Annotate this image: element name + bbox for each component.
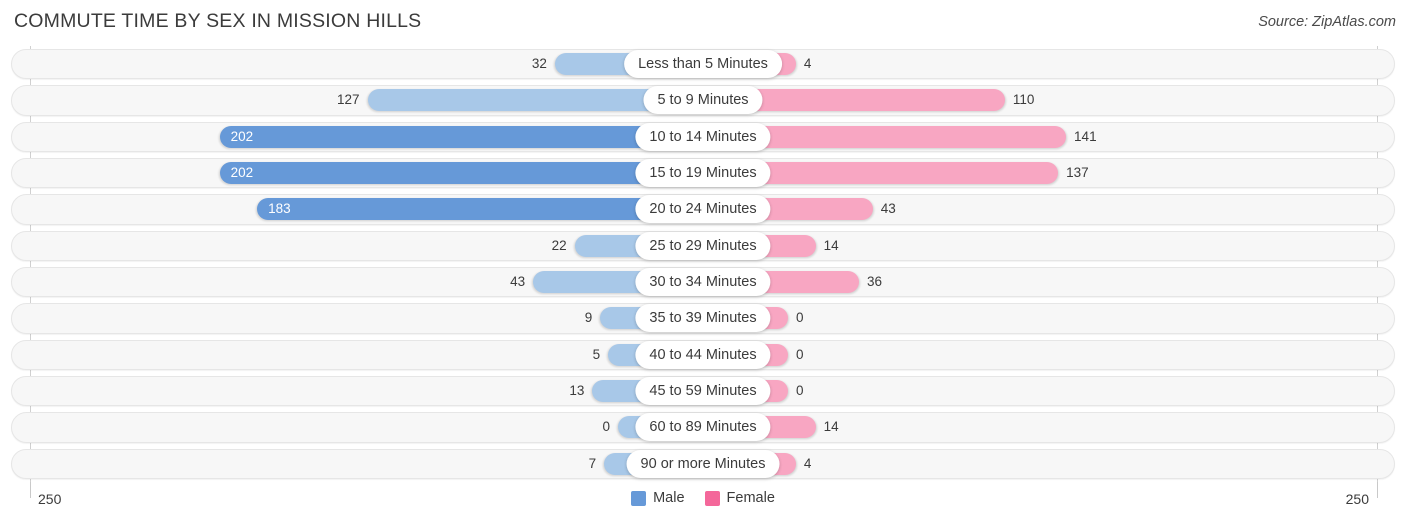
chart-row: 202 137 15 to 19 Minutes (0, 155, 1406, 191)
chart-row: 183 43 20 to 24 Minutes (0, 191, 1406, 227)
value-label-male: 202 (230, 164, 254, 180)
legend-item[interactable]: Male (631, 490, 685, 506)
value-label-male: 183 (268, 201, 291, 217)
chart-plot-area: 32 4 Less than 5 Minutes 127 110 5 to 9 Minut… (0, 46, 1406, 482)
legend-label: Female (726, 490, 775, 506)
category-label-pill: 25 to 29 Minutes (635, 231, 771, 260)
chart-row: 22 14 25 to 29 Minutes (0, 228, 1406, 264)
chart-row: 32 4 Less than 5 Minutes (0, 46, 1406, 82)
chart-row: 0 14 60 to 89 Minutes (0, 409, 1406, 445)
value-label-female: 36 (866, 273, 883, 289)
value-label-female: 0 (796, 346, 804, 362)
value-label-female: 137 (1066, 164, 1089, 180)
value-label-male: 0 (602, 419, 610, 435)
chart-row: 43 36 30 to 34 Minutes (0, 264, 1406, 300)
value-label-female: 0 (796, 310, 804, 326)
category-label-pill: 30 to 34 Minutes (635, 267, 771, 296)
page-title: COMMUTE TIME BY SEX IN MISSION HILLS (14, 10, 422, 32)
legend-swatch-icon (631, 490, 647, 506)
category-label-pill: 20 to 24 Minutes (635, 195, 771, 224)
value-label-male: 5 (592, 346, 601, 362)
bar-male (219, 161, 703, 184)
chart-legend: Male Female (0, 490, 1406, 506)
value-label-male: 202 (230, 128, 254, 144)
chart-row: 127 110 5 to 9 Minutes (0, 82, 1406, 118)
bar-rows-container: 32 4 Less than 5 Minutes 127 110 5 to 9 Minut… (0, 46, 1406, 482)
category-label-pill: 45 to 59 Minutes (635, 376, 771, 405)
chart-row: 202 141 10 to 14 Minutes (0, 119, 1406, 155)
value-label-male: 7 (588, 455, 597, 471)
value-label-female: 141 (1074, 128, 1097, 144)
value-label-female: 14 (823, 419, 839, 435)
chart-row: 7 4 90 or more Minutes (0, 446, 1406, 482)
source-attribution: Source: ZipAtlas.com (1258, 14, 1396, 30)
chart-footer: 250 250 Male Female (0, 482, 1406, 523)
chart-row: 5 0 40 to 44 Minutes (0, 337, 1406, 373)
value-label-male: 13 (569, 382, 585, 398)
value-label-female: 110 (1012, 92, 1035, 108)
value-label-female: 4 (803, 455, 812, 471)
category-label-pill: Less than 5 Minutes (624, 50, 782, 78)
category-label-pill: 90 or more Minutes (626, 449, 780, 478)
chart-row: 9 0 35 to 39 Minutes (0, 300, 1406, 336)
value-label-male: 127 (337, 92, 360, 108)
category-label-pill: 60 to 89 Minutes (635, 413, 771, 442)
value-label-male: 43 (510, 273, 526, 289)
category-label-pill: 15 to 19 Minutes (635, 158, 771, 187)
value-label-female: 43 (880, 201, 896, 217)
category-label-pill: 40 to 44 Minutes (635, 340, 771, 369)
value-label-male: 32 (531, 56, 547, 71)
value-label-female: 0 (796, 382, 804, 398)
category-label-pill: 5 to 9 Minutes (643, 86, 763, 115)
category-label-pill: 35 to 39 Minutes (635, 304, 771, 333)
legend-label: Male (653, 490, 685, 506)
chart-header: COMMUTE TIME BY SEX IN MISSION HILLS Sou… (0, 0, 1406, 46)
category-label-pill: 10 to 14 Minutes (635, 122, 771, 151)
value-label-male: 22 (551, 237, 567, 253)
chart-row: 13 0 45 to 59 Minutes (0, 373, 1406, 409)
legend-swatch-icon (704, 490, 720, 506)
value-label-female: 14 (823, 237, 839, 253)
value-label-male: 9 (584, 310, 593, 326)
legend-item[interactable]: Female (704, 490, 775, 506)
bar-male (219, 125, 703, 148)
value-label-female: 4 (803, 56, 812, 71)
